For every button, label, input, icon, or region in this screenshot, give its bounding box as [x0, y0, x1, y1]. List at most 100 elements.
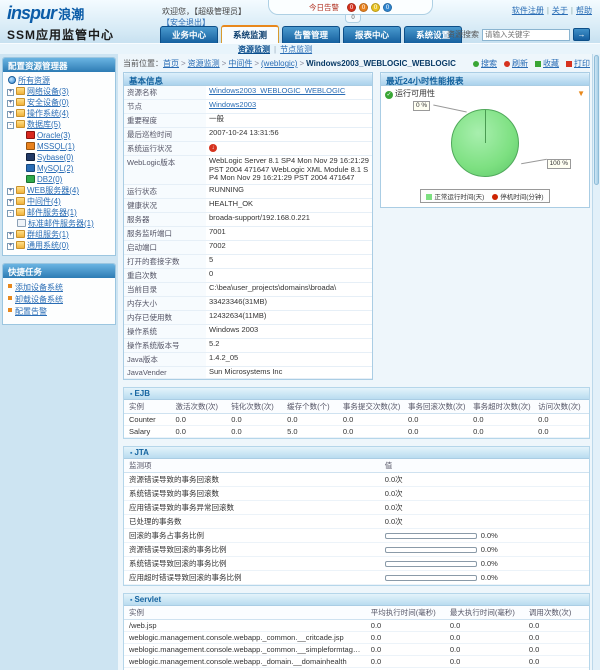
toolbar-label: 收藏	[543, 58, 559, 69]
toggle-icon[interactable]: +	[7, 243, 14, 250]
alarm-badge-2[interactable]: 0	[371, 3, 380, 12]
tab-告警管理[interactable]: 告警管理	[282, 26, 340, 43]
tree-item[interactable]: + 操作系统(4)	[5, 108, 114, 119]
toolbar-收藏[interactable]: 收藏	[535, 58, 559, 69]
toggle-icon[interactable]: -	[7, 122, 14, 129]
tree-item-label[interactable]: DB2(0)	[37, 175, 62, 184]
alarm-badges: 0000	[344, 2, 392, 12]
table-cell: 0.0	[445, 643, 524, 655]
tree-item-label[interactable]: MSSQL(1)	[37, 142, 75, 151]
legend-swatch	[426, 194, 432, 200]
breadcrumb-item[interactable]: 中间件	[228, 59, 252, 68]
tree-item[interactable]: + 网络设备(3)	[5, 86, 114, 97]
info-value: 12432634(11MB)	[206, 311, 372, 324]
vertical-scrollbar[interactable]	[592, 54, 600, 670]
tree-item-label[interactable]: 网络设备(3)	[27, 87, 69, 96]
打印-icon	[566, 61, 572, 67]
db-oracle-icon	[26, 131, 35, 139]
tree-item-label[interactable]: 所有资源	[18, 76, 50, 85]
toggle-icon[interactable]: +	[7, 188, 14, 195]
breadcrumb-item[interactable]: 资源监测	[188, 59, 220, 68]
info-row: 运行状态RUNNING	[124, 185, 372, 199]
table-row: weblogic.management.console.webapp._comm…	[124, 631, 589, 643]
column-header: 缓存个数(个)	[282, 400, 338, 414]
bullet-icon	[8, 308, 12, 312]
info-value-link[interactable]: Windows2003_WEBLOGIC_WEBLOGIC	[209, 86, 345, 95]
tree-item-label[interactable]: Oracle(3)	[37, 131, 70, 140]
breadcrumb-item[interactable]: 首页	[163, 59, 179, 68]
filter-icon[interactable]: ▼	[577, 89, 585, 98]
info-value-link[interactable]: Windows2003	[209, 100, 256, 109]
tree-item-label[interactable]: 标准邮件服务器(1)	[28, 219, 94, 228]
alarm-badge-0[interactable]: 0	[347, 3, 356, 12]
section-ejb: EJB实例激活次数(次)钝化次数(次)缓存个数(个)事务提交次数(次)事务回滚次…	[123, 387, 590, 439]
toolbar-打印[interactable]: 打印	[566, 58, 590, 69]
tree-item[interactable]: + 安全设备(0)	[5, 97, 114, 108]
tree-item-label[interactable]: 数据库(5)	[27, 120, 61, 129]
tree-item[interactable]: - 邮件服务器(1)	[5, 207, 114, 218]
tree-item-label[interactable]: WEB服务器(4)	[27, 186, 79, 195]
quick-link-row: 卸载设备系统	[8, 294, 112, 306]
alarm-more-tab[interactable]: 0	[345, 15, 361, 23]
metric-sections: EJB实例激活次数(次)钝化次数(次)缓存个数(个)事务提交次数(次)事务回滚次…	[123, 387, 590, 670]
info-value: 7002	[206, 241, 372, 254]
tree-item[interactable]: + 群组服务(1)	[5, 229, 114, 240]
tree-item-label[interactable]: 安全设备(0)	[27, 98, 69, 107]
toggle-icon[interactable]: +	[7, 89, 14, 96]
scrollbar-thumb[interactable]	[594, 55, 599, 185]
tree-item[interactable]: 所有资源	[5, 75, 114, 86]
breadcrumb-item[interactable]: (weblogic)	[261, 59, 297, 68]
top-link-2[interactable]: 帮助	[576, 6, 592, 15]
search-go-button[interactable]: →	[573, 28, 590, 41]
tree-item-label[interactable]: 操作系统(4)	[27, 109, 69, 118]
top-link-1[interactable]: 关于	[552, 6, 568, 15]
alarm-badge-3[interactable]: 0	[383, 3, 392, 12]
tree-item-label[interactable]: 邮件服务器(1)	[27, 208, 77, 217]
toggle-icon[interactable]: +	[7, 199, 14, 206]
tree-item[interactable]: MySQL(2)	[5, 163, 114, 174]
tree-item-label[interactable]: 通用系统(0)	[27, 241, 69, 250]
quick-link-0[interactable]: 添加设备系统	[15, 283, 63, 292]
jta-value-text: 0.0次	[385, 489, 403, 498]
info-row: JavaVenderSun Microsystems Inc	[124, 367, 372, 379]
table-cell: 0.0	[338, 413, 403, 425]
info-value: Sun Microsystems Inc	[206, 367, 372, 378]
tree-item[interactable]: MSSQL(1)	[5, 141, 114, 152]
toggle-icon[interactable]: -	[7, 210, 14, 217]
search-input[interactable]	[482, 29, 570, 41]
tree-item-label[interactable]: MySQL(2)	[37, 164, 73, 173]
inspur-logo: inspur	[7, 3, 56, 23]
tab-报表中心[interactable]: 报表中心	[343, 26, 401, 43]
alarm-badge-1[interactable]: 0	[359, 3, 368, 12]
tree-item[interactable]: 标准邮件服务器(1)	[5, 218, 114, 229]
table-cell: weblogic.management.console.webapp._comm…	[124, 631, 366, 643]
toolbar-搜索[interactable]: 搜索	[473, 58, 497, 69]
toggle-icon[interactable]: +	[7, 232, 14, 239]
tree-item[interactable]: Oracle(3)	[5, 130, 114, 141]
subnav-节点监测[interactable]: 节点监测	[280, 45, 312, 54]
toggle-icon[interactable]: +	[7, 100, 14, 107]
搜索-icon	[473, 61, 479, 67]
info-row: 重要程度一般	[124, 114, 372, 128]
toggle-icon[interactable]: +	[7, 111, 14, 118]
tree-item[interactable]: + WEB服务器(4)	[5, 185, 114, 196]
tree-item[interactable]: + 中间件(4)	[5, 196, 114, 207]
quick-link-1[interactable]: 卸载设备系统	[15, 295, 63, 304]
resource-tree: 所有资源 + 网络设备(3) + 安全设备(0) + 操作系统(4) - 数据库(5) Oracl…	[3, 72, 115, 255]
tree-item-label[interactable]: 中间件(4)	[27, 197, 61, 206]
tree-item[interactable]: - 数据库(5)	[5, 119, 114, 130]
tab-系统监测[interactable]: 系统监测	[221, 25, 279, 43]
tab-业务中心[interactable]: 业务中心	[160, 26, 218, 43]
toolbar-刷新[interactable]: 刷新	[504, 58, 528, 69]
bullet-icon	[8, 284, 12, 288]
quick-link-2[interactable]: 配置告警	[15, 307, 47, 316]
table-cell: 0.0	[366, 643, 445, 655]
tree-item-label[interactable]: 群组服务(1)	[27, 230, 69, 239]
subnav-资源监测[interactable]: 资源监测	[238, 45, 270, 54]
quick-task-panel: 快捷任务 添加设备系统卸载设备系统配置告警	[2, 263, 116, 325]
top-link-0[interactable]: 软件注册	[512, 6, 544, 15]
tree-item[interactable]: DB2(0)	[5, 174, 114, 185]
tree-item[interactable]: + 通用系统(0)	[5, 240, 114, 251]
tree-item[interactable]: Sybase(0)	[5, 152, 114, 163]
tree-item-label[interactable]: Sybase(0)	[37, 153, 73, 162]
